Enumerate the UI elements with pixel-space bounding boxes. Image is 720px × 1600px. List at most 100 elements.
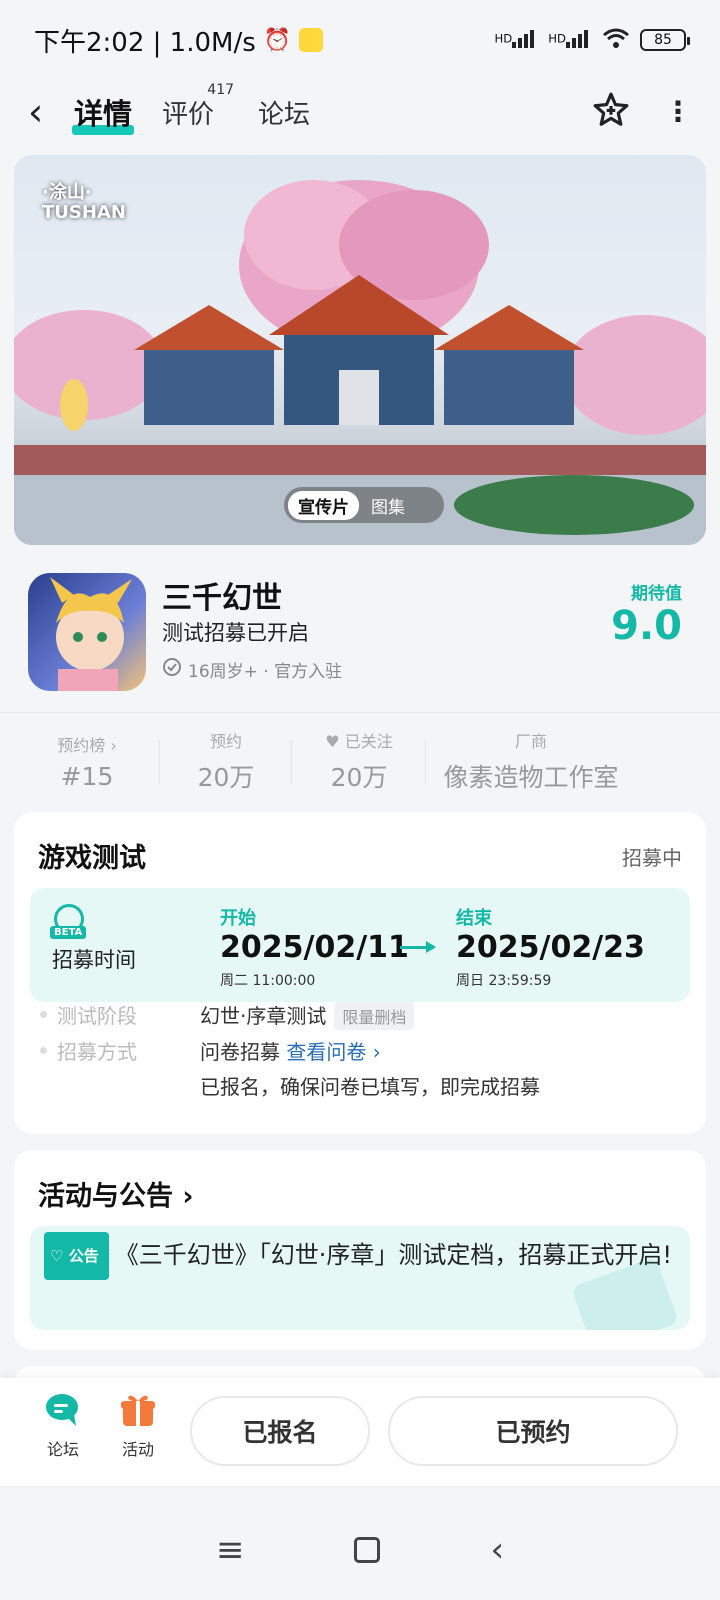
stat-developer-value: 像素造物工作室 bbox=[443, 763, 619, 792]
expect-score: 9.0 bbox=[611, 603, 682, 649]
menu-icon[interactable]: ≡ bbox=[216, 1530, 245, 1570]
tab-reviews[interactable]: 评价 417 bbox=[162, 82, 234, 131]
stat-developer[interactable]: 厂商 像素造物工作室 bbox=[426, 726, 636, 796]
logo-line-1: ·涂山· bbox=[42, 182, 92, 203]
status-bar: 下午2:02 | 1.0M/s ⏰ HD HD 85 bbox=[0, 0, 720, 80]
review-count: 417 bbox=[207, 81, 235, 98]
forum-shortcut-label: 论坛 bbox=[46, 1440, 79, 1459]
signal-icon: HD bbox=[495, 28, 539, 52]
home-icon[interactable] bbox=[354, 1537, 381, 1563]
stat-followers-label: ♥ 已关注 bbox=[325, 728, 392, 752]
recruit-method-value: 问卷招募 查看问卷 › 已报名，确保问卷已填写，即完成招募 bbox=[200, 1036, 540, 1100]
end-label: 结束 bbox=[456, 908, 492, 929]
app-notification-icon bbox=[299, 28, 324, 52]
stat-reservations-label: 预约 bbox=[209, 732, 242, 751]
arrow-right-icon bbox=[400, 941, 436, 953]
news-text-block: ♡ 公告 《三千幻世》「幻世·序章」测试定档，招募正式开启! bbox=[44, 1232, 674, 1280]
test-card-title: 游戏测试 bbox=[38, 843, 146, 874]
start-time: 周二 11:00:00 bbox=[220, 973, 316, 989]
expect-label: 期待值 bbox=[631, 584, 682, 604]
hero-banner[interactable]: ·涂山· TUSHAN 宣传片 图集 bbox=[14, 155, 706, 545]
stat-rank-value: #15 bbox=[60, 761, 114, 791]
status-time: 下午2:02 | 1.0M/s bbox=[34, 27, 256, 58]
game-title: 三千幻世 bbox=[162, 581, 282, 616]
media-switch: 宣传片 图集 bbox=[284, 487, 444, 523]
stat-reservations: 预约 20万 bbox=[160, 726, 292, 796]
recruit-time-label: 招募时间 bbox=[52, 948, 136, 972]
gift-icon bbox=[121, 1395, 155, 1426]
banner-logo: ·涂山· TUSHAN bbox=[42, 183, 126, 223]
news-headline: 《三千幻世》「幻世·序章」测试定档，招募正式开启! bbox=[114, 1241, 672, 1269]
verified-icon bbox=[162, 657, 182, 682]
start-date: 2025/02/11 bbox=[220, 930, 409, 965]
limit-tag: 限量删档 bbox=[334, 1002, 415, 1030]
game-test-card: 游戏测试 招募中 BETA 招募时间 开始 2025/02/11 周二 11:0… bbox=[14, 812, 706, 1134]
stat-followers-label-text: 已关注 bbox=[344, 732, 393, 751]
forum-chat-icon bbox=[46, 1394, 78, 1426]
stat-followers-value: 20万 bbox=[330, 763, 388, 792]
logo-line-2: TUSHAN bbox=[42, 201, 126, 223]
gallery-tab[interactable]: 图集 bbox=[359, 491, 417, 520]
forum-shortcut[interactable]: 论坛 bbox=[44, 1392, 82, 1460]
status-left: 下午2:02 | 1.0M/s ⏰ bbox=[34, 22, 324, 59]
tab-reviews-label: 评价 bbox=[162, 99, 215, 130]
recruit-time-box: BETA 招募时间 开始 2025/02/11 周二 11:00:00 结束 2… bbox=[30, 888, 690, 1002]
tags-text: 16周岁+ · 官方入驻 bbox=[188, 662, 343, 682]
trailer-tab[interactable]: 宣传片 bbox=[288, 490, 359, 520]
start-label: 开始 bbox=[220, 908, 256, 929]
news-item[interactable]: ♡ 公告 《三千幻世》「幻世·序章」测试定档，招募正式开启! bbox=[30, 1226, 690, 1330]
recruit-note: 已报名，确保问卷已填写，即完成招募 bbox=[200, 1075, 540, 1099]
stat-rank[interactable]: 预约榜 › #15 bbox=[14, 726, 160, 796]
game-slogan: 测试招募已开启 bbox=[162, 621, 309, 645]
game-info: 三千幻世 测试招募已开启 16周岁+ · 官方入驻 期待值 9.0 bbox=[28, 573, 692, 691]
status-right: HD HD 85 bbox=[495, 27, 690, 53]
news-card-title[interactable]: 活动与公告 › bbox=[38, 1174, 194, 1213]
notice-tag: ♡ 公告 bbox=[44, 1232, 109, 1280]
system-nav: ≡ ‹ bbox=[0, 1500, 720, 1600]
nav-actions: ⋮ bbox=[592, 91, 692, 133]
recruit-method-line: 问卷招募 查看问卷 › bbox=[200, 1036, 540, 1065]
game-tags: 16周岁+ · 官方入驻 bbox=[162, 657, 342, 682]
stat-developer-label: 厂商 bbox=[514, 732, 547, 751]
signed-up-button[interactable]: 已报名 bbox=[190, 1396, 370, 1466]
test-stage-row: 测试阶段 幻世·序章测试 限量删档 bbox=[40, 1000, 415, 1030]
top-nav: ‹ 详情 评价 417 论坛 ⋮ bbox=[0, 80, 720, 144]
game-app-icon bbox=[28, 573, 146, 691]
back-icon[interactable]: ‹ bbox=[490, 1530, 504, 1570]
back-arrow-icon[interactable]: ‹ bbox=[28, 90, 74, 134]
beta-tag: BETA bbox=[50, 926, 87, 939]
reserved-button[interactable]: 已预约 bbox=[388, 1396, 678, 1466]
wifi-icon bbox=[602, 27, 630, 53]
divider bbox=[0, 712, 720, 713]
tab-details[interactable]: 详情 bbox=[71, 91, 135, 135]
star-plus-icon[interactable] bbox=[592, 91, 630, 133]
notice-tag-label: 公告 bbox=[68, 1247, 99, 1265]
recruit-method-row: 招募方式 问卷招募 查看问卷 › 已报名，确保问卷已填写，即完成招募 bbox=[40, 1036, 540, 1100]
game-icon-art bbox=[50, 577, 132, 691]
test-stage-key: 测试阶段 bbox=[40, 1000, 200, 1029]
end-date: 2025/02/23 bbox=[456, 930, 645, 965]
stat-followers[interactable]: ♥ 已关注 20万 bbox=[292, 726, 426, 796]
alarm-icon: ⏰ bbox=[263, 27, 292, 53]
battery-level: 85 bbox=[654, 32, 672, 48]
activity-shortcut[interactable]: 活动 bbox=[120, 1392, 156, 1460]
notice-heart-icon: ♡ bbox=[50, 1247, 64, 1265]
tab-forum[interactable]: 论坛 bbox=[258, 94, 310, 131]
stat-reservations-value: 20万 bbox=[197, 763, 255, 792]
test-stage-name: 幻世·序章测试 bbox=[200, 1004, 327, 1028]
battery-icon: 85 bbox=[640, 29, 690, 51]
news-card: 活动与公告 › ♡ 公告 《三千幻世》「幻世·序章」测试定档，招募正式开启! bbox=[14, 1150, 706, 1350]
signal-icon-2: HD bbox=[548, 28, 592, 52]
recruit-method-text: 问卷招募 bbox=[200, 1040, 280, 1064]
view-questionnaire-link[interactable]: 查看问卷 › bbox=[286, 1040, 380, 1064]
more-icon[interactable]: ⋮ bbox=[664, 98, 692, 126]
heart-icon: ♥ bbox=[325, 732, 340, 751]
end-time: 周日 23:59:59 bbox=[456, 973, 552, 989]
test-stage-value: 幻世·序章测试 限量删档 bbox=[200, 1000, 415, 1030]
recruit-status: 招募中 bbox=[622, 846, 682, 870]
stats-row: 预约榜 › #15 预约 20万 ♥ 已关注 20万 厂商 像素造物工作室 bbox=[14, 726, 706, 796]
bottom-action-bar: 论坛 活动 已报名 已预约 bbox=[0, 1378, 720, 1486]
recruit-method-key: 招募方式 bbox=[40, 1036, 200, 1065]
activity-shortcut-label: 活动 bbox=[121, 1440, 154, 1459]
stat-rank-label: 预约榜 › bbox=[57, 735, 117, 755]
